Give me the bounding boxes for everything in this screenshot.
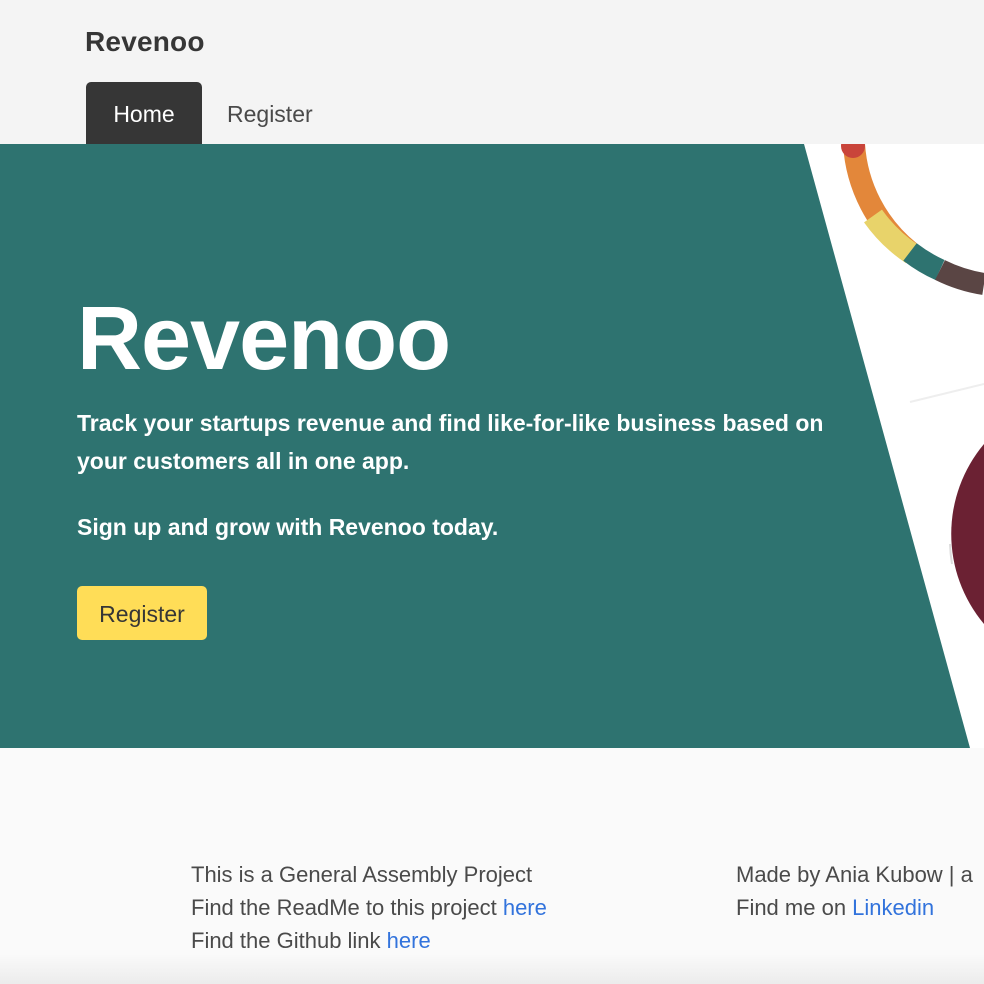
github-link[interactable]: here: [387, 928, 431, 953]
footer-right-column: Made by Ania Kubow | a Find me on Linked…: [736, 858, 973, 924]
footer-author-note: Made by Ania Kubow | a: [736, 862, 973, 887]
footer-linkedin-text: Find me on: [736, 895, 853, 920]
linkedin-link[interactable]: Linkedin: [852, 895, 934, 920]
footer-readme-line: Find the ReadMe to this project here: [191, 891, 547, 924]
footer-github-line: Find the Github link here: [191, 924, 547, 957]
site-header: Revenoo Home Register: [0, 0, 984, 144]
register-button[interactable]: Register: [77, 586, 207, 640]
brand-logo[interactable]: Revenoo: [85, 26, 205, 58]
footer-github-text: Find the Github link: [191, 928, 387, 953]
pie-chart-image-bottom: [949, 444, 984, 624]
nav-tabs: Home Register: [86, 82, 338, 144]
hero-title: Revenoo: [77, 289, 451, 389]
page: Revenoo Home Register Revenoo Track your…: [0, 0, 984, 984]
footer-linkedin-line: Find me on Linkedin: [736, 891, 973, 924]
divider-line-art: [909, 383, 984, 403]
tab-home[interactable]: Home: [86, 82, 202, 144]
hero-cta-text: Sign up and grow with Revenoo today.: [77, 514, 499, 540]
footer-left-column: This is a General Assembly Project Find …: [191, 858, 547, 957]
donut-chart-image-top: [841, 144, 984, 295]
bottom-shadow: [0, 954, 984, 984]
footer-project-note: This is a General Assembly Project: [191, 862, 533, 887]
tab-register[interactable]: Register: [202, 82, 338, 144]
hero-subtitle: Track your startups revenue and find lik…: [77, 410, 824, 474]
hero-section: Revenoo Track your startups revenue and …: [0, 144, 984, 748]
site-footer: This is a General Assembly Project Find …: [0, 748, 984, 984]
footer-readme-text: Find the ReadMe to this project: [191, 895, 503, 920]
readme-link[interactable]: here: [503, 895, 547, 920]
